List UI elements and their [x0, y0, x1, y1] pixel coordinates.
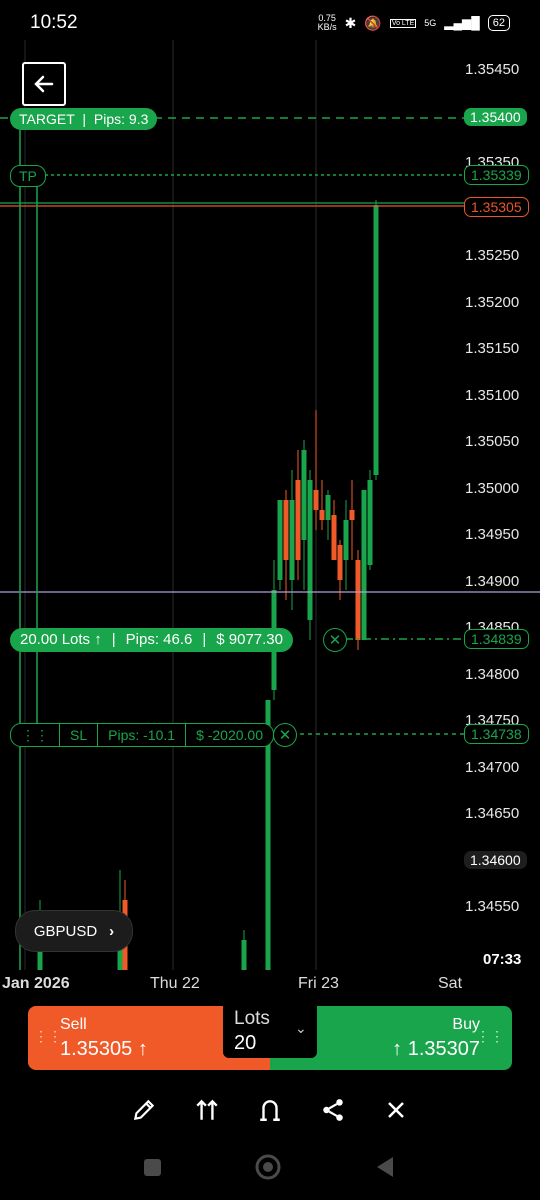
price-axis-label: 1.34950 — [465, 526, 520, 543]
candle-body — [277, 500, 283, 580]
price-axis-label: 1.34800 — [465, 665, 520, 683]
sell-price: 1.35305 ↑ — [60, 1038, 148, 1060]
sl-pips: Pips: -10.1 — [98, 724, 187, 746]
candle-body — [295, 480, 301, 560]
remove-sl-icon[interactable]: ✕ — [273, 723, 297, 747]
tp-pill[interactable]: TP — [10, 165, 46, 187]
price-axis-label: 1.34650 — [465, 805, 520, 822]
price-axis-label: 1.34550 — [465, 898, 520, 915]
candle-body — [325, 495, 331, 520]
sell-label: Sell — [60, 1016, 87, 1033]
entry-price-tag: 1.34839 — [464, 629, 529, 649]
target-price-tag: 1.35400 — [464, 108, 527, 126]
tp-price-tag: 1.35339 — [464, 165, 529, 185]
recents-icon[interactable] — [144, 1159, 161, 1176]
target-pill[interactable]: TARGET | Pips: 9.3 — [10, 108, 158, 130]
candle-body — [349, 510, 355, 520]
chevron-right-icon: › — [109, 922, 115, 940]
highlight-price-tag: 1.34600 — [464, 851, 527, 869]
lots-label: Lots — [234, 1008, 270, 1029]
price-axis-label: 1.34700 — [465, 758, 520, 776]
mute-icon: 🔕 — [364, 14, 382, 31]
buy-price: ↑ 1.35307 — [392, 1038, 480, 1060]
arrow-left-icon — [34, 75, 54, 93]
indicators-icon[interactable] — [187, 1090, 227, 1130]
battery-icon: 62 — [487, 15, 510, 31]
sl-loss: $ -2020.00 — [196, 727, 264, 743]
target-pips: Pips: 9.3 — [93, 111, 149, 127]
drag-handle-icon: ⋮⋮ — [34, 1028, 62, 1044]
symbol-selector[interactable]: GBPUSD › — [15, 910, 133, 952]
drag-handle-icon[interactable]: ⋮⋮ — [11, 724, 60, 746]
price-axis-label: 1.35450 — [465, 61, 520, 78]
magnet-icon[interactable] — [250, 1090, 290, 1130]
back-nav-icon[interactable] — [377, 1157, 393, 1177]
candle-body — [313, 490, 319, 510]
candle-body — [289, 500, 295, 580]
sl-price-tag: 1.34738 — [464, 724, 529, 744]
candle-body — [283, 500, 289, 560]
sl-label: SL — [60, 724, 99, 746]
date-label: Fri 23 — [298, 975, 339, 992]
price-axis-label: 1.35150 — [465, 340, 520, 357]
network-type: 5G — [424, 18, 437, 28]
position-lots: 20.00 Lots ↑ — [20, 631, 102, 648]
system-nav-bar — [0, 1145, 540, 1190]
price-axis-label: 1.35000 — [465, 479, 520, 497]
candle-body — [343, 520, 349, 560]
price-axis-label: 1.35250 — [465, 247, 520, 264]
volte-icon: Vo LTE — [389, 18, 417, 28]
lots-value[interactable]: 20 — [234, 1032, 256, 1055]
position-profit: $ 9077.30 — [216, 631, 283, 648]
candle-body — [337, 545, 343, 580]
drag-handle-icon: ⋮⋮ — [476, 1028, 504, 1044]
back-button[interactable] — [22, 62, 66, 106]
price-axis-label: 1.35050 — [465, 433, 520, 450]
candle-body — [361, 490, 367, 640]
date-label: Thu 22 — [150, 975, 200, 992]
date-label: Jan 2026 — [2, 975, 70, 992]
current-price-tag: 1.35305 — [464, 197, 529, 217]
candle-body — [355, 560, 361, 640]
candle-countdown: 07:33 — [480, 950, 525, 969]
position-pill[interactable]: 20.00 Lots ↑ | Pips: 46.6 | $ 9077.30 — [10, 628, 293, 652]
close-icon[interactable] — [376, 1090, 416, 1130]
status-icons: 0.75 KB/s ✱ 🔕 Vo LTE 5G ▂▄▆█ 62 — [318, 14, 510, 32]
candle-body — [373, 205, 379, 475]
chevron-down-icon: ⌄ — [295, 1020, 307, 1036]
signal-icon: ▂▄▆█ — [444, 16, 480, 30]
bluetooth-icon: ✱ — [344, 14, 357, 31]
pencil-icon[interactable] — [124, 1090, 164, 1130]
arrow-up-icon: ↑ — [94, 631, 102, 648]
net-speed: 0.75 KB/s — [317, 13, 337, 32]
trade-bar: ⋮⋮ Sell 1.35305 ↑ Buy ↑ 1.35307 ⋮⋮ Lots … — [28, 1006, 512, 1070]
target-label: TARGET — [19, 111, 75, 127]
candle-body — [301, 450, 307, 540]
candle-body — [319, 510, 325, 520]
candle-body — [367, 480, 373, 565]
price-axis-label: 1.35100 — [465, 386, 520, 404]
price-axis-label: 1.35200 — [465, 293, 520, 311]
chart-toolbar — [0, 1090, 540, 1130]
close-position-icon[interactable]: ✕ — [323, 628, 347, 652]
candle-body — [331, 515, 337, 560]
symbol-name: GBPUSD — [33, 922, 98, 940]
lots-selector[interactable]: Lots 20 ⌄ — [223, 1006, 317, 1058]
arrow-up-icon: ↑ — [137, 1038, 148, 1060]
arrow-up-icon: ↑ — [392, 1038, 403, 1060]
candle-body — [307, 480, 313, 620]
date-label: Sat — [438, 975, 463, 992]
sl-pill[interactable]: ⋮⋮ SL Pips: -10.1 $ -2020.00 — [10, 723, 275, 747]
price-chart[interactable] — [0, 40, 540, 970]
price-axis-label: 1.34900 — [465, 572, 520, 590]
share-icon[interactable] — [313, 1090, 353, 1130]
clock: 10:52 — [30, 12, 78, 33]
position-pips: Pips: 46.6 — [125, 631, 193, 648]
candle-body — [241, 940, 247, 970]
